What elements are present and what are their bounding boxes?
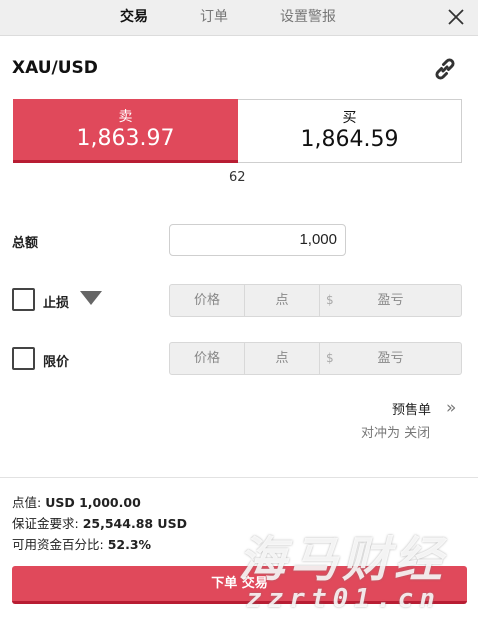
limit-points-input[interactable]: 点 [245,343,320,374]
available-funds-value: 52.3% [107,537,152,552]
tab-set-alert[interactable]: 设置警报 [280,0,336,36]
sell-label: 卖 [118,109,133,125]
double-chevron-right-icon[interactable]: » [446,398,456,418]
stop-loss-price-input[interactable]: 价格 [170,285,245,316]
stop-loss-pnl-placeholder: 盈亏 [377,293,404,308]
pip-value-label: 点值: [12,495,42,510]
spread-value: 62 [229,170,246,185]
currency-symbol: $ [326,351,334,365]
link-icon[interactable] [431,55,459,83]
limit-fields: 价格 点 $ 盈亏 [169,342,462,375]
buy-label: 买 [342,110,357,126]
tab-bar: 交易 订单 设置警报 [0,0,478,36]
limit-price-input[interactable]: 价格 [170,343,245,374]
sell-price: 1,863.97 [76,126,175,151]
stop-loss-checkbox[interactable] [12,288,35,311]
margin-label: 保证金要求: [12,516,79,531]
sell-button[interactable]: 卖 1,863.97 [13,99,238,163]
limit-pnl-input[interactable]: $ 盈亏 [320,343,461,374]
stop-loss-points-input[interactable]: 点 [245,285,320,316]
buy-button[interactable]: 买 1,864.59 [238,99,462,163]
available-funds-row: 可用资金百分比: 52.3% [12,534,151,553]
pip-value: USD 1,000.00 [45,495,141,510]
stop-loss-fields: 价格 点 $ 盈亏 [169,284,462,317]
pre-order-link[interactable]: 预售单 [392,399,431,418]
divider [0,477,478,478]
limit-checkbox[interactable] [12,347,35,370]
tab-trade[interactable]: 交易 [120,0,148,36]
stop-loss-pnl-input[interactable]: $ 盈亏 [320,285,461,316]
margin-row: 保证金要求: 25,544.88 USD [12,513,187,532]
currency-symbol: $ [326,293,334,307]
available-funds-label: 可用资金百分比: [12,537,104,552]
hedging-status: 对冲为 关闭 [361,426,431,441]
stop-loss-dropdown-icon[interactable] [80,291,102,305]
close-icon[interactable] [446,7,466,27]
limit-pnl-placeholder: 盈亏 [377,351,404,366]
margin-value: 25,544.88 USD [82,516,187,531]
stop-loss-label: 止损 [43,296,70,311]
pip-value-row: 点值: USD 1,000.00 [12,492,141,511]
limit-label: 限价 [43,355,70,370]
symbol-title: XAU/USD [12,58,98,78]
amount-input[interactable]: 1,000 [169,224,346,256]
tab-orders[interactable]: 订单 [200,0,228,36]
buy-price: 1,864.59 [300,127,399,152]
place-order-button[interactable]: 下单 交易 [12,566,467,604]
amount-label: 总额 [12,236,39,251]
